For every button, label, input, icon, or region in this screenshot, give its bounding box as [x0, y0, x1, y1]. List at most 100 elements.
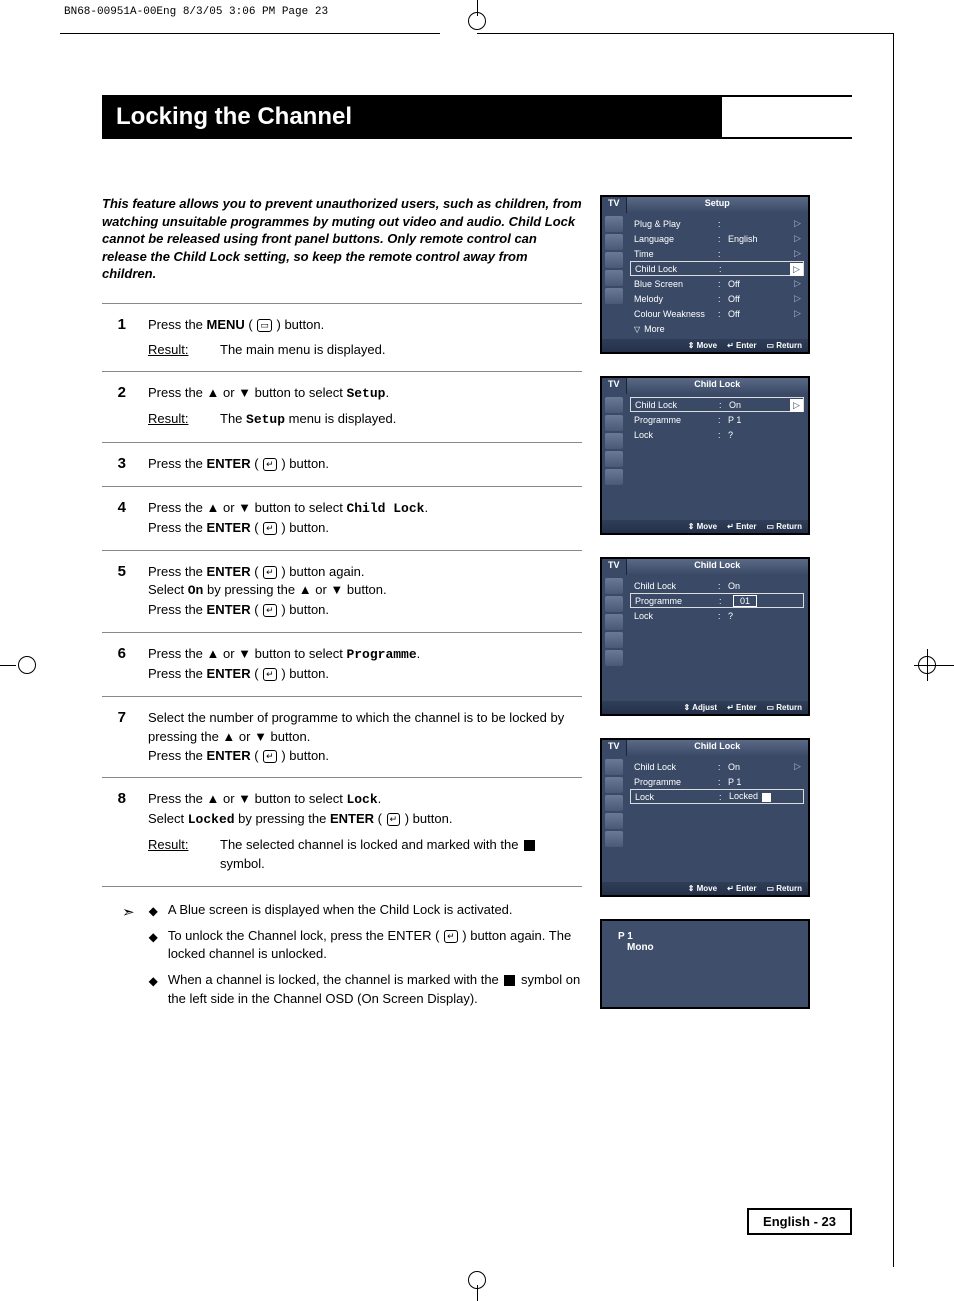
- osd-row: Programme:P 1: [630, 774, 804, 789]
- osd-row-value: Off: [728, 294, 800, 304]
- osd-nav-item: ↵ Enter: [727, 884, 756, 893]
- osd-row-label: Child Lock: [634, 581, 714, 591]
- enter-icon: ↵: [263, 458, 277, 471]
- osd-nav-item: ↵ Enter: [727, 341, 756, 350]
- osd-arrow-icon: ▷: [791, 292, 804, 305]
- page-number: English - 23: [747, 1208, 852, 1235]
- bullet-icon: ◆: [149, 974, 158, 1007]
- osd-row: Blue Screen:Off▷: [630, 276, 804, 291]
- page-frame: [893, 33, 894, 1267]
- step: 3Press the ENTER ( ↵ ) button.: [102, 443, 582, 487]
- osd-row-label: Child Lock: [635, 400, 715, 410]
- result-text: The main menu is displayed.: [220, 341, 582, 360]
- osd-row-label: Child Lock: [635, 264, 715, 274]
- osd-nav-bar: ⇕ Move↵ Enter▭ Return: [602, 339, 808, 352]
- step-text: Select the number of programme to which …: [148, 709, 582, 766]
- osd-arrow-icon: ▷: [791, 232, 804, 245]
- osd-arrow-icon: ▷: [791, 217, 804, 230]
- osd-category-icon: [605, 578, 623, 594]
- osd-row-value: English: [728, 234, 800, 244]
- osd-nav-item: ⇕ Move: [688, 884, 717, 893]
- osd-row: Programme:P 1: [630, 412, 804, 427]
- step-text: Press the MENU ( ▭ ) button.Result:The m…: [148, 316, 582, 360]
- osd-icon-column: [602, 756, 626, 882]
- osd-category-icon: [605, 288, 623, 304]
- osd-row-label: Lock: [634, 430, 714, 440]
- osd-row-value: P 1: [728, 415, 800, 425]
- osd-row-value: 01: [729, 595, 799, 607]
- osd-row-value: Off: [728, 279, 800, 289]
- step-number: 8: [102, 790, 126, 873]
- step-number: 2: [102, 384, 126, 430]
- osd-nav-item: ⇕ Move: [688, 522, 717, 531]
- osd-category-icon: [605, 252, 623, 268]
- osd-title: Child Lock: [627, 378, 808, 394]
- osd-row: Colour Weakness:Off▷: [630, 306, 804, 321]
- notes-list: ◆A Blue screen is displayed when the Chi…: [149, 901, 582, 1016]
- step: 5 Press the ENTER ( ↵ ) button again.Sele…: [102, 551, 582, 634]
- lock-icon: [504, 975, 515, 986]
- osd-row-value: ?: [728, 611, 800, 621]
- osd-row-label: Child Lock: [634, 762, 714, 772]
- osd-category-icon: [605, 216, 623, 232]
- enter-icon: ↵: [263, 750, 277, 763]
- step: 7Select the number of programme to which…: [102, 697, 582, 779]
- print-header: BN68-00951A-00Eng 8/3/05 3:06 PM Page 23: [64, 6, 328, 18]
- osd-category-icon: [605, 813, 623, 829]
- osd-tv-tab: TV: [602, 559, 627, 575]
- result-text: The Setup menu is displayed.: [220, 410, 582, 430]
- enter-icon: ↵: [263, 604, 277, 617]
- osd-screenshot: TVChild LockChild Lock:OnProgramme:01Loc…: [600, 557, 810, 716]
- osd-arrow-icon: ▷: [791, 307, 804, 320]
- osd-category-icon: [605, 415, 623, 431]
- crop-mark: [468, 1271, 486, 1289]
- osd-category-icon: [605, 632, 623, 648]
- osd-row-label: Programme: [635, 596, 715, 606]
- osd-row: Child Lock:On▷: [630, 759, 804, 774]
- osd-arrow-icon: ▷: [790, 263, 803, 276]
- enter-icon: ↵: [263, 566, 277, 579]
- osd-row-label: Lock: [635, 792, 715, 802]
- osd-row: Lock:Locked: [630, 789, 804, 804]
- step-number: 5: [102, 563, 126, 621]
- enter-icon: ↵: [387, 813, 401, 826]
- osd-title: Child Lock: [627, 740, 808, 756]
- osd-title: Child Lock: [627, 559, 808, 575]
- osd-screenshot: TVSetupPlug & Play:▷Language:English▷Tim…: [600, 195, 810, 354]
- osd-category-icon: [605, 759, 623, 775]
- step-text: Press the ▲ or ▼ button to select Child …: [148, 499, 582, 538]
- page-frame: [477, 33, 894, 34]
- osd-category-icon: [605, 234, 623, 250]
- osd-row: Lock:?: [630, 427, 804, 442]
- osd-nav-item: ▭ Return: [766, 341, 802, 350]
- osd-arrow-icon: ▷: [791, 247, 804, 260]
- step-number: 4: [102, 499, 126, 538]
- step-text: Press the ▲ or ▼ button to select Lock.S…: [148, 790, 582, 873]
- osd-nav-item: ▭ Return: [766, 884, 802, 893]
- osd-row-label: Melody: [634, 294, 714, 304]
- note-item: ◆When a channel is locked, the channel i…: [149, 971, 582, 1007]
- bullet-icon: ◆: [149, 930, 158, 963]
- osd-row: Language:English▷: [630, 231, 804, 246]
- osd-row-label: Plug & Play: [634, 219, 714, 229]
- osd-channel-line: P 1: [612, 931, 798, 942]
- osd-icon-column: [602, 394, 626, 520]
- osd-category-icon: [605, 596, 623, 612]
- crop-mark: [914, 645, 954, 685]
- osd-arrow-icon: ▷: [791, 277, 804, 290]
- osd-screenshot: TVChild LockChild Lock:On▷Programme:P 1L…: [600, 738, 810, 897]
- step-text: Press the ENTER ( ↵ ) button again.Selec…: [148, 563, 582, 621]
- osd-nav-item: ⇕ Adjust: [684, 703, 718, 712]
- osd-row: Melody:Off▷: [630, 291, 804, 306]
- osd-row-value: On: [728, 762, 800, 772]
- osd-tv-tab: TV: [602, 378, 627, 394]
- osd-row-label: Time: [634, 249, 714, 259]
- step-text: Press the ▲ or ▼ button to select Setup.…: [148, 384, 582, 430]
- osd-row: Child Lock:On▷: [630, 397, 804, 412]
- osd-nav-item: ▭ Return: [766, 703, 802, 712]
- osd-row-value: On: [728, 581, 800, 591]
- osd-nav-bar: ⇕ Adjust↵ Enter▭ Return: [602, 701, 808, 714]
- lock-icon: [762, 793, 771, 802]
- osd-category-icon: [605, 831, 623, 847]
- osd-row-value: Locked: [729, 791, 799, 801]
